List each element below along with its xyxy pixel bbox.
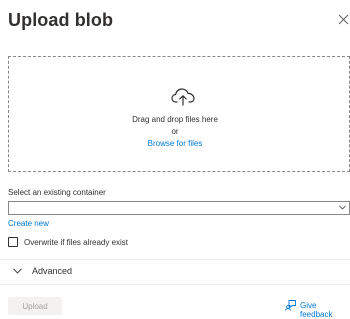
feedback-icon[interactable] (285, 299, 297, 311)
overwrite-checkbox[interactable] (8, 237, 18, 247)
panel-title: Upload blob (8, 10, 114, 30)
dropzone-instructions: Drag and drop files here (132, 115, 218, 124)
give-feedback-link[interactable]: Give feedback (300, 301, 350, 319)
container-select[interactable] (8, 201, 350, 215)
chevron-down-icon[interactable] (13, 268, 22, 274)
create-new-container-link[interactable]: Create new (8, 219, 49, 228)
dropzone-or: or (171, 127, 179, 136)
container-select-label: Select an existing container (8, 188, 106, 197)
overwrite-checkbox-label[interactable]: Overwrite if files already exist (24, 238, 128, 247)
divider (0, 284, 350, 285)
upload-button[interactable]: Upload (8, 297, 62, 315)
divider (0, 259, 350, 260)
chevron-down-icon (339, 205, 346, 210)
advanced-section-toggle[interactable]: Advanced (32, 266, 72, 276)
cloud-upload-icon (171, 88, 195, 106)
close-icon[interactable] (338, 14, 349, 25)
browse-files-link[interactable]: Browse for files (0, 139, 350, 148)
file-dropzone[interactable] (8, 56, 350, 172)
